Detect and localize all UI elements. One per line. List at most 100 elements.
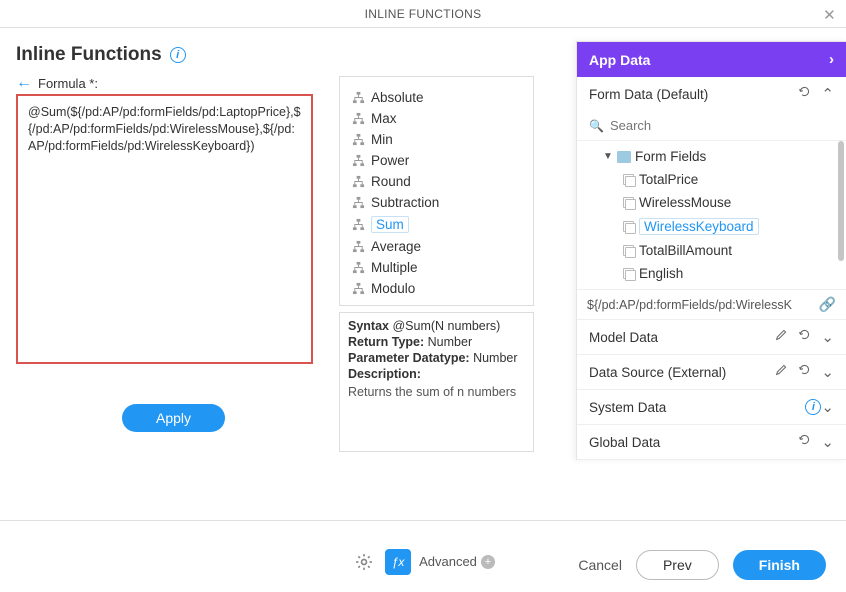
hierarchy-icon [352, 175, 365, 188]
hierarchy-icon [352, 218, 365, 231]
hierarchy-icon [352, 154, 365, 167]
gear-icon[interactable] [351, 549, 377, 575]
refresh-icon[interactable] [798, 363, 811, 381]
app-data-label: App Data [589, 52, 650, 68]
page-title: Inline Functions [16, 44, 162, 66]
syntax-label: Syntax [348, 319, 389, 333]
functions-list[interactable]: Absolute Max Min Power Round Subtraction… [339, 76, 534, 306]
footer-actions: Cancel Prev Finish [578, 550, 826, 580]
modal-header: INLINE FUNCTIONS ✕ [0, 0, 846, 28]
hierarchy-icon [352, 261, 365, 274]
field-wirelesskeyboard[interactable]: WirelessKeyboard [589, 214, 846, 239]
data-source-head[interactable]: Data Source (External) ⌄ [577, 355, 846, 389]
return-type-label: Return Type: [348, 335, 424, 349]
model-data-section: Model Data ⌄ [577, 320, 846, 355]
field-english[interactable]: English [589, 262, 846, 285]
link-icon[interactable]: 🔗 [819, 296, 836, 313]
field-icon [623, 245, 635, 257]
hierarchy-icon [352, 133, 365, 146]
field-totalbillamount[interactable]: TotalBillAmount [589, 239, 846, 262]
chevron-up-icon[interactable]: ⌃ [821, 85, 834, 103]
cancel-button[interactable]: Cancel [578, 557, 622, 573]
chevron-down-icon[interactable]: ⌄ [821, 398, 834, 416]
formula-column: ← Formula *: @Sum(${/pd:AP/pd:formFields… [16, 74, 331, 514]
param-value: Number [473, 351, 517, 365]
formula-textarea[interactable]: @Sum(${/pd:AP/pd:formFields/pd:LaptopPri… [16, 94, 313, 364]
function-item-power[interactable]: Power [340, 150, 533, 171]
field-icon [623, 174, 635, 186]
info-icon[interactable]: i [805, 399, 821, 415]
selected-path-row: ${/pd:AP/pd:formFields/pd:WirelessK 🔗 [577, 289, 846, 319]
search-row: 🔍 [577, 111, 846, 141]
tree-root-label: Form Fields [635, 149, 706, 164]
close-icon[interactable]: ✕ [823, 6, 836, 24]
search-input[interactable] [610, 115, 834, 136]
field-icon [623, 197, 635, 209]
apply-button[interactable]: Apply [122, 404, 225, 432]
field-icon [623, 221, 635, 233]
function-item-max[interactable]: Max [340, 108, 533, 129]
refresh-icon[interactable] [798, 85, 811, 103]
function-item-modulo[interactable]: Modulo [340, 278, 533, 299]
refresh-icon[interactable] [798, 328, 811, 346]
scrollbar[interactable] [838, 141, 844, 261]
right-panel: App Data › Form Data (Default) ⌃ 🔍 ▼ For… [576, 41, 846, 460]
fx-button[interactable]: ƒx [385, 549, 411, 575]
advanced-label: Advanced [419, 554, 477, 569]
field-totalprice[interactable]: TotalPrice [589, 168, 846, 191]
chevron-down-icon[interactable]: ⌄ [821, 433, 834, 451]
description-label: Description: [348, 367, 421, 381]
refresh-icon[interactable] [798, 433, 811, 451]
description-text: Returns the sum of n numbers [348, 385, 525, 399]
model-data-head[interactable]: Model Data ⌄ [577, 320, 846, 354]
info-icon[interactable]: i [170, 47, 186, 63]
function-item-blank [340, 77, 533, 87]
search-icon: 🔍 [589, 119, 604, 133]
global-data-section: Global Data ⌄ [577, 425, 846, 460]
function-item-subtraction[interactable]: Subtraction [340, 192, 533, 213]
function-details: Syntax @Sum(N numbers) Return Type: Numb… [339, 312, 534, 452]
function-item-sum[interactable]: Sum [340, 213, 533, 236]
param-label: Parameter Datatype: [348, 351, 470, 365]
model-data-label: Model Data [589, 330, 775, 345]
form-data-head[interactable]: Form Data (Default) ⌃ [577, 77, 846, 111]
functions-column: Absolute Max Min Power Round Subtraction… [339, 76, 534, 514]
form-data-label: Form Data (Default) [589, 87, 798, 102]
field-wirelessmouse[interactable]: WirelessMouse [589, 191, 846, 214]
hierarchy-icon [352, 282, 365, 295]
tree-root-form-fields[interactable]: ▼ Form Fields [589, 145, 846, 168]
collapse-icon: ▼ [603, 151, 613, 162]
function-item-round[interactable]: Round [340, 171, 533, 192]
system-data-label: System Data [589, 400, 801, 415]
function-item-min[interactable]: Min [340, 129, 533, 150]
chevron-down-icon[interactable]: ⌄ [821, 363, 834, 381]
folder-icon [617, 151, 631, 163]
form-data-section: Form Data (Default) ⌃ 🔍 ▼ Form Fields To… [577, 77, 846, 320]
function-item-multiple[interactable]: Multiple [340, 257, 533, 278]
system-data-head[interactable]: System Data i ⌄ [577, 390, 846, 424]
finish-button[interactable]: Finish [733, 550, 826, 580]
hierarchy-icon [352, 112, 365, 125]
function-item-average[interactable]: Average [340, 236, 533, 257]
prev-button[interactable]: Prev [636, 550, 719, 580]
form-fields-tree: ▼ Form Fields TotalPrice WirelessMouse W… [577, 141, 846, 289]
global-data-head[interactable]: Global Data ⌄ [577, 425, 846, 459]
plus-icon: + [481, 555, 495, 569]
chevron-down-icon[interactable]: ⌄ [821, 328, 834, 346]
formula-label-row: ← Formula *: [16, 74, 331, 92]
pencil-icon[interactable] [775, 328, 788, 346]
back-arrow-icon[interactable]: ← [16, 74, 32, 92]
return-type-value: Number [428, 335, 472, 349]
hierarchy-icon [352, 91, 365, 104]
field-icon [623, 268, 635, 280]
advanced-toggle[interactable]: Advanced + [419, 554, 495, 569]
data-source-section: Data Source (External) ⌄ [577, 355, 846, 390]
system-data-section: System Data i ⌄ [577, 390, 846, 425]
data-source-label: Data Source (External) [589, 365, 775, 380]
app-data-header[interactable]: App Data › [577, 42, 846, 77]
selected-path-text: ${/pd:AP/pd:formFields/pd:WirelessK [587, 298, 813, 312]
function-item-absolute[interactable]: Absolute [340, 87, 533, 108]
footer: ƒx Advanced + Cancel Prev Finish [0, 520, 846, 592]
hierarchy-icon [352, 240, 365, 253]
pencil-icon[interactable] [775, 363, 788, 381]
